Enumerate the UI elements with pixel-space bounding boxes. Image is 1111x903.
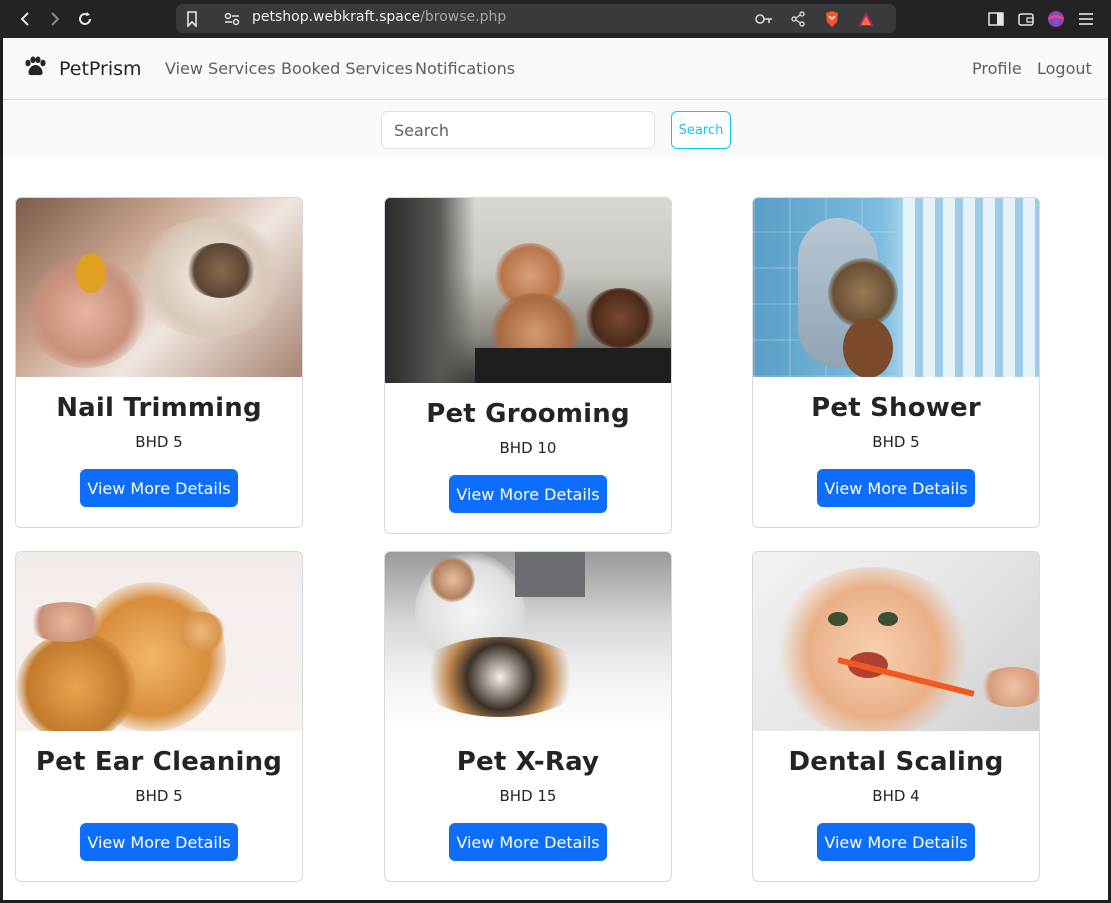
sidebar-toggle-icon[interactable] — [986, 9, 1006, 29]
profile-avatar-icon[interactable] — [1046, 9, 1066, 29]
brand-name[interactable]: PetPrism — [59, 58, 142, 80]
search-button[interactable]: Search — [671, 111, 731, 149]
page-viewport: PetPrism View Services Booked Services N… — [3, 38, 1108, 900]
paw-icon — [23, 56, 47, 82]
back-icon[interactable] — [14, 8, 36, 30]
key-icon[interactable] — [754, 9, 774, 29]
cat-xray-vet-photo — [385, 552, 671, 731]
service-card: Nail Trimming BHD 5 View More Details — [15, 197, 303, 528]
service-price: BHD 4 — [872, 787, 920, 805]
service-card: Pet X-Ray BHD 15 View More Details — [384, 551, 672, 882]
service-price: BHD 5 — [872, 433, 920, 451]
url-text[interactable]: petshop.webkraft.space/browse.php — [252, 9, 506, 25]
dog-ear-cleaning-photo — [16, 552, 302, 731]
forward-icon[interactable] — [44, 8, 66, 30]
brave-rewards-icon[interactable] — [856, 9, 876, 29]
view-details-button[interactable]: View More Details — [449, 475, 607, 513]
navbar: PetPrism View Services Booked Services N… — [3, 38, 1108, 100]
view-details-button[interactable]: View More Details — [449, 823, 607, 861]
site-settings-icon[interactable] — [222, 9, 242, 29]
nav-profile[interactable]: Profile — [972, 59, 1022, 78]
poodle-grooming-photo — [385, 198, 671, 383]
service-price: BHD 5 — [135, 787, 183, 805]
search-bar: Search — [3, 100, 1108, 157]
service-title: Nail Trimming — [56, 393, 262, 423]
service-title: Pet Ear Cleaning — [35, 747, 283, 777]
cat-toothbrush-photo — [753, 552, 1039, 731]
nav-booked-services[interactable]: Booked Services — [281, 59, 413, 78]
service-card: Pet Ear Cleaning BHD 5 View More Details — [15, 551, 303, 882]
service-card: Pet Grooming BHD 10 View More Details — [384, 197, 672, 534]
cat-towel-shower-photo — [753, 198, 1039, 377]
service-title: Pet Grooming — [426, 399, 630, 429]
service-title: Pet Shower — [811, 393, 981, 423]
brave-shield-icon[interactable] — [822, 9, 842, 29]
service-title: Dental Scaling — [788, 747, 1004, 777]
brand[interactable]: PetPrism — [23, 56, 142, 82]
cat-nail-trim-photo — [16, 198, 302, 377]
share-icon[interactable] — [788, 9, 808, 29]
service-price: BHD 10 — [499, 439, 557, 457]
menu-icon[interactable] — [1076, 9, 1096, 29]
service-card: Pet Shower BHD 5 View More Details — [752, 197, 1040, 528]
reload-icon[interactable] — [74, 8, 96, 30]
bookmark-icon[interactable] — [182, 9, 202, 29]
search-input[interactable] — [381, 111, 655, 149]
wallet-icon[interactable] — [1016, 9, 1036, 29]
browser-toolbar: petshop.webkraft.space/browse.php — [0, 0, 1111, 38]
service-price: BHD 5 — [135, 433, 183, 451]
service-card: Dental Scaling BHD 4 View More Details — [752, 551, 1040, 882]
nav-view-services[interactable]: View Services — [165, 59, 276, 78]
view-details-button[interactable]: View More Details — [817, 469, 975, 507]
nav-logout[interactable]: Logout — [1037, 59, 1092, 78]
service-price: BHD 15 — [499, 787, 557, 805]
view-details-button[interactable]: View More Details — [80, 823, 238, 861]
view-details-button[interactable]: View More Details — [80, 469, 238, 507]
nav-notifications[interactable]: Notifications — [415, 59, 515, 78]
view-details-button[interactable]: View More Details — [817, 823, 975, 861]
service-title: Pet X-Ray — [456, 747, 600, 777]
